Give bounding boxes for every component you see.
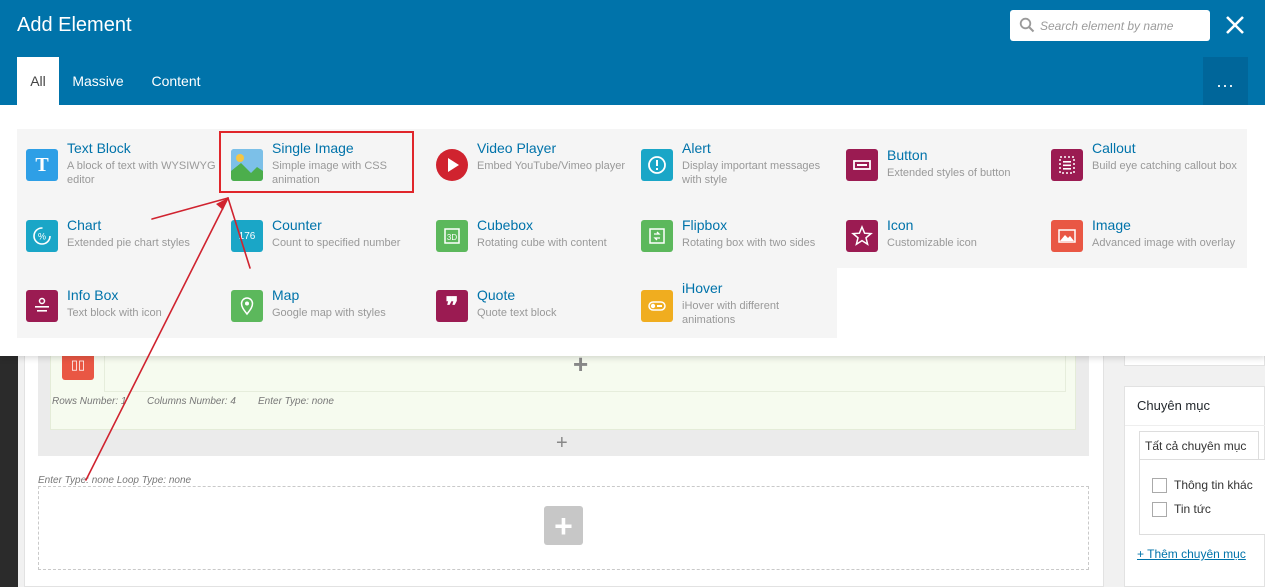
button-icon	[846, 149, 878, 181]
add-category-link[interactable]: + Thêm chuyên mục	[1137, 547, 1246, 561]
category-label: Thông tin khác	[1174, 478, 1253, 492]
element-card-cubebox[interactable]: 3D Cubebox Rotating cube with content	[427, 198, 632, 268]
info-box-icon	[26, 290, 58, 322]
svg-text:3D: 3D	[447, 233, 457, 242]
close-icon[interactable]	[1222, 12, 1248, 38]
modal-title: Add Element	[17, 14, 132, 36]
element-card-text-block[interactable]: T Text Block A block of text with WYSIWY…	[17, 129, 222, 198]
element-title: Callout	[1092, 140, 1136, 156]
element-title: Chart	[67, 217, 102, 233]
element-card-button[interactable]: Button Extended styles of button	[837, 129, 1042, 198]
element-title: Info Box	[67, 287, 119, 303]
element-description: Simple image with CSS animation	[272, 160, 387, 186]
tab-all[interactable]: All	[17, 57, 59, 105]
more-options-button[interactable]: ...	[1203, 57, 1248, 105]
element-title: Cubebox	[477, 217, 534, 233]
search-input[interactable]	[1040, 10, 1206, 41]
element-card-single-image[interactable]: Single Image Simple image with CSS anima…	[222, 129, 427, 198]
element-card-alert[interactable]: Alert Display important messages with st…	[632, 129, 837, 198]
element-card-icon[interactable]: Icon Customizable icon	[837, 198, 1042, 268]
element-description: Customizable icon	[887, 237, 977, 249]
element-description: Google map with styles	[272, 307, 386, 319]
element-description: Advanced image with overlay	[1092, 237, 1236, 249]
loop-type-meta: Enter Type: none Loop Type: none	[38, 475, 192, 486]
alert-icon	[641, 149, 673, 181]
element-description: Quote text block	[477, 307, 557, 319]
element-description: Extended styles of button	[887, 167, 1011, 179]
element-card-map[interactable]: Map Google map with styles	[222, 268, 427, 338]
element-card-callout[interactable]: Callout Build eye catching callout box	[1042, 129, 1247, 198]
element-title: Quote	[477, 287, 516, 303]
element-description: Build eye catching callout box	[1092, 160, 1237, 172]
element-description: Extended pie chart styles	[67, 237, 190, 249]
add-row-plus[interactable]: +	[556, 432, 568, 455]
element-title: Map	[272, 287, 300, 303]
callout-icon	[1051, 149, 1083, 181]
element-card-info-box[interactable]: Info Box Text block with icon	[17, 268, 222, 338]
svg-text:%: %	[38, 232, 46, 242]
category-panel-title: Chuyên mục	[1137, 398, 1210, 413]
element-description: A block of text with WYSIWYG editor	[67, 160, 216, 186]
element-card-video-player[interactable]: Video Player Embed YouTube/Vimeo player	[427, 129, 632, 198]
element-card-ihover[interactable]: iHover iHover with different animations	[632, 268, 837, 338]
element-description: Text block with icon	[67, 307, 162, 319]
element-title: Alert	[682, 140, 711, 156]
element-description: Embed YouTube/Vimeo player	[477, 160, 625, 172]
tab-content[interactable]: Content	[140, 57, 212, 105]
flipbox-icon	[641, 220, 673, 252]
element-title: Icon	[887, 217, 914, 233]
text-block-icon: T	[26, 149, 58, 181]
element-title: Single Image	[272, 140, 354, 156]
element-description: iHover with different animations	[682, 300, 780, 326]
element-title: Counter	[272, 217, 322, 233]
tab-all-categories[interactable]: Tất cả chuyên mục	[1139, 431, 1259, 460]
star-icon	[846, 220, 878, 252]
element-card-counter[interactable]: 176 Counter Count to specified number	[222, 198, 427, 268]
category-list: Thông tin khác Tin tức	[1139, 459, 1265, 535]
element-title: Button	[887, 147, 928, 163]
image-icon	[1051, 220, 1083, 252]
counter-icon: 176	[231, 220, 263, 252]
element-description: Display important messages with style	[682, 160, 821, 186]
add-element-modal: Add Element All Massive Content ... T Te…	[0, 0, 1265, 356]
element-title: Flipbox	[682, 217, 728, 233]
element-description: Rotating box with two sides	[682, 237, 816, 249]
add-element-button[interactable]: +	[544, 506, 583, 545]
element-description: Count to specified number	[272, 237, 401, 249]
category-panel: Chuyên mục Tất cả chuyên mục Thông tin k…	[1124, 386, 1265, 587]
element-title: Text Block	[67, 140, 131, 156]
rows-number-meta: Rows Number: 1	[52, 396, 127, 407]
columns-number-meta: Columns Number: 4	[147, 396, 236, 407]
element-title: iHover	[682, 280, 723, 296]
enter-type-meta: Enter Type: none	[258, 396, 334, 407]
quote-icon: ❞	[436, 290, 468, 322]
cubebox-icon: 3D	[436, 220, 468, 252]
category-label: Tin tức	[1174, 502, 1211, 516]
modal-header: Add Element All Massive Content ...	[0, 0, 1265, 105]
search-box[interactable]	[1010, 10, 1210, 41]
category-checkbox[interactable]	[1152, 502, 1167, 517]
element-card-image[interactable]: Image Advanced image with overlay	[1042, 198, 1247, 268]
element-card-quote[interactable]: ❞ Quote Quote text block	[427, 268, 632, 338]
element-card-flipbox[interactable]: Flipbox Rotating box with two sides	[632, 198, 837, 268]
video-player-icon	[436, 149, 468, 181]
single-image-icon	[231, 149, 263, 181]
chart-icon: %	[26, 220, 58, 252]
element-card-chart[interactable]: % Chart Extended pie chart styles	[17, 198, 222, 268]
element-description: Rotating cube with content	[477, 237, 607, 249]
category-checkbox[interactable]	[1152, 478, 1167, 493]
map-icon	[231, 290, 263, 322]
element-title: Image	[1092, 217, 1131, 233]
search-icon	[1019, 17, 1035, 33]
tab-massive[interactable]: Massive	[63, 57, 133, 105]
ihover-icon	[641, 290, 673, 322]
divider	[1125, 425, 1265, 426]
element-title: Video Player	[477, 140, 557, 156]
